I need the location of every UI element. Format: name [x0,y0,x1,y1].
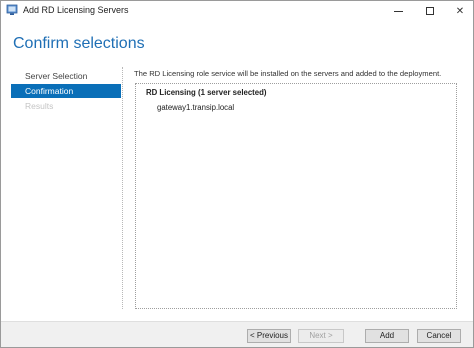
close-icon: ✕ [455,5,465,17]
role-service-header: RD Licensing (1 server selected) [146,88,267,97]
window-title: Add RD Licensing Servers [23,5,129,15]
sidebar-divider [122,67,123,309]
previous-button[interactable]: < Previous [247,329,291,343]
page-title: Confirm selections [13,35,145,52]
add-rd-licensing-servers-window: Add RD Licensing Servers ✕ Confirm selec… [0,0,474,348]
cancel-button[interactable]: Cancel [417,329,461,343]
maximize-icon [426,7,434,15]
wizard-footer: < Previous Next > Add Cancel [1,321,473,347]
add-button[interactable]: Add [365,329,409,343]
close-button[interactable]: ✕ [445,1,473,21]
minimize-button[interactable] [383,1,413,21]
server-list-item: gateway1.transip.local [157,103,235,112]
minimize-icon [393,10,403,12]
next-button: Next > [298,329,344,343]
selection-summary-box[interactable]: RD Licensing (1 server selected) gateway… [135,83,457,309]
maximize-button[interactable] [415,1,445,21]
sidebar-item-server-selection[interactable]: Server Selection [11,69,121,83]
sidebar-item-results: Results [25,101,54,111]
confirmation-description: The RD Licensing role service will be in… [134,69,442,78]
title-bar[interactable]: Add RD Licensing Servers ✕ [1,1,473,21]
sidebar-item-confirmation[interactable]: Confirmation [11,84,121,98]
server-manager-icon [6,4,18,15]
wizard-sidebar: Server Selection Confirmation Results [11,69,121,114]
